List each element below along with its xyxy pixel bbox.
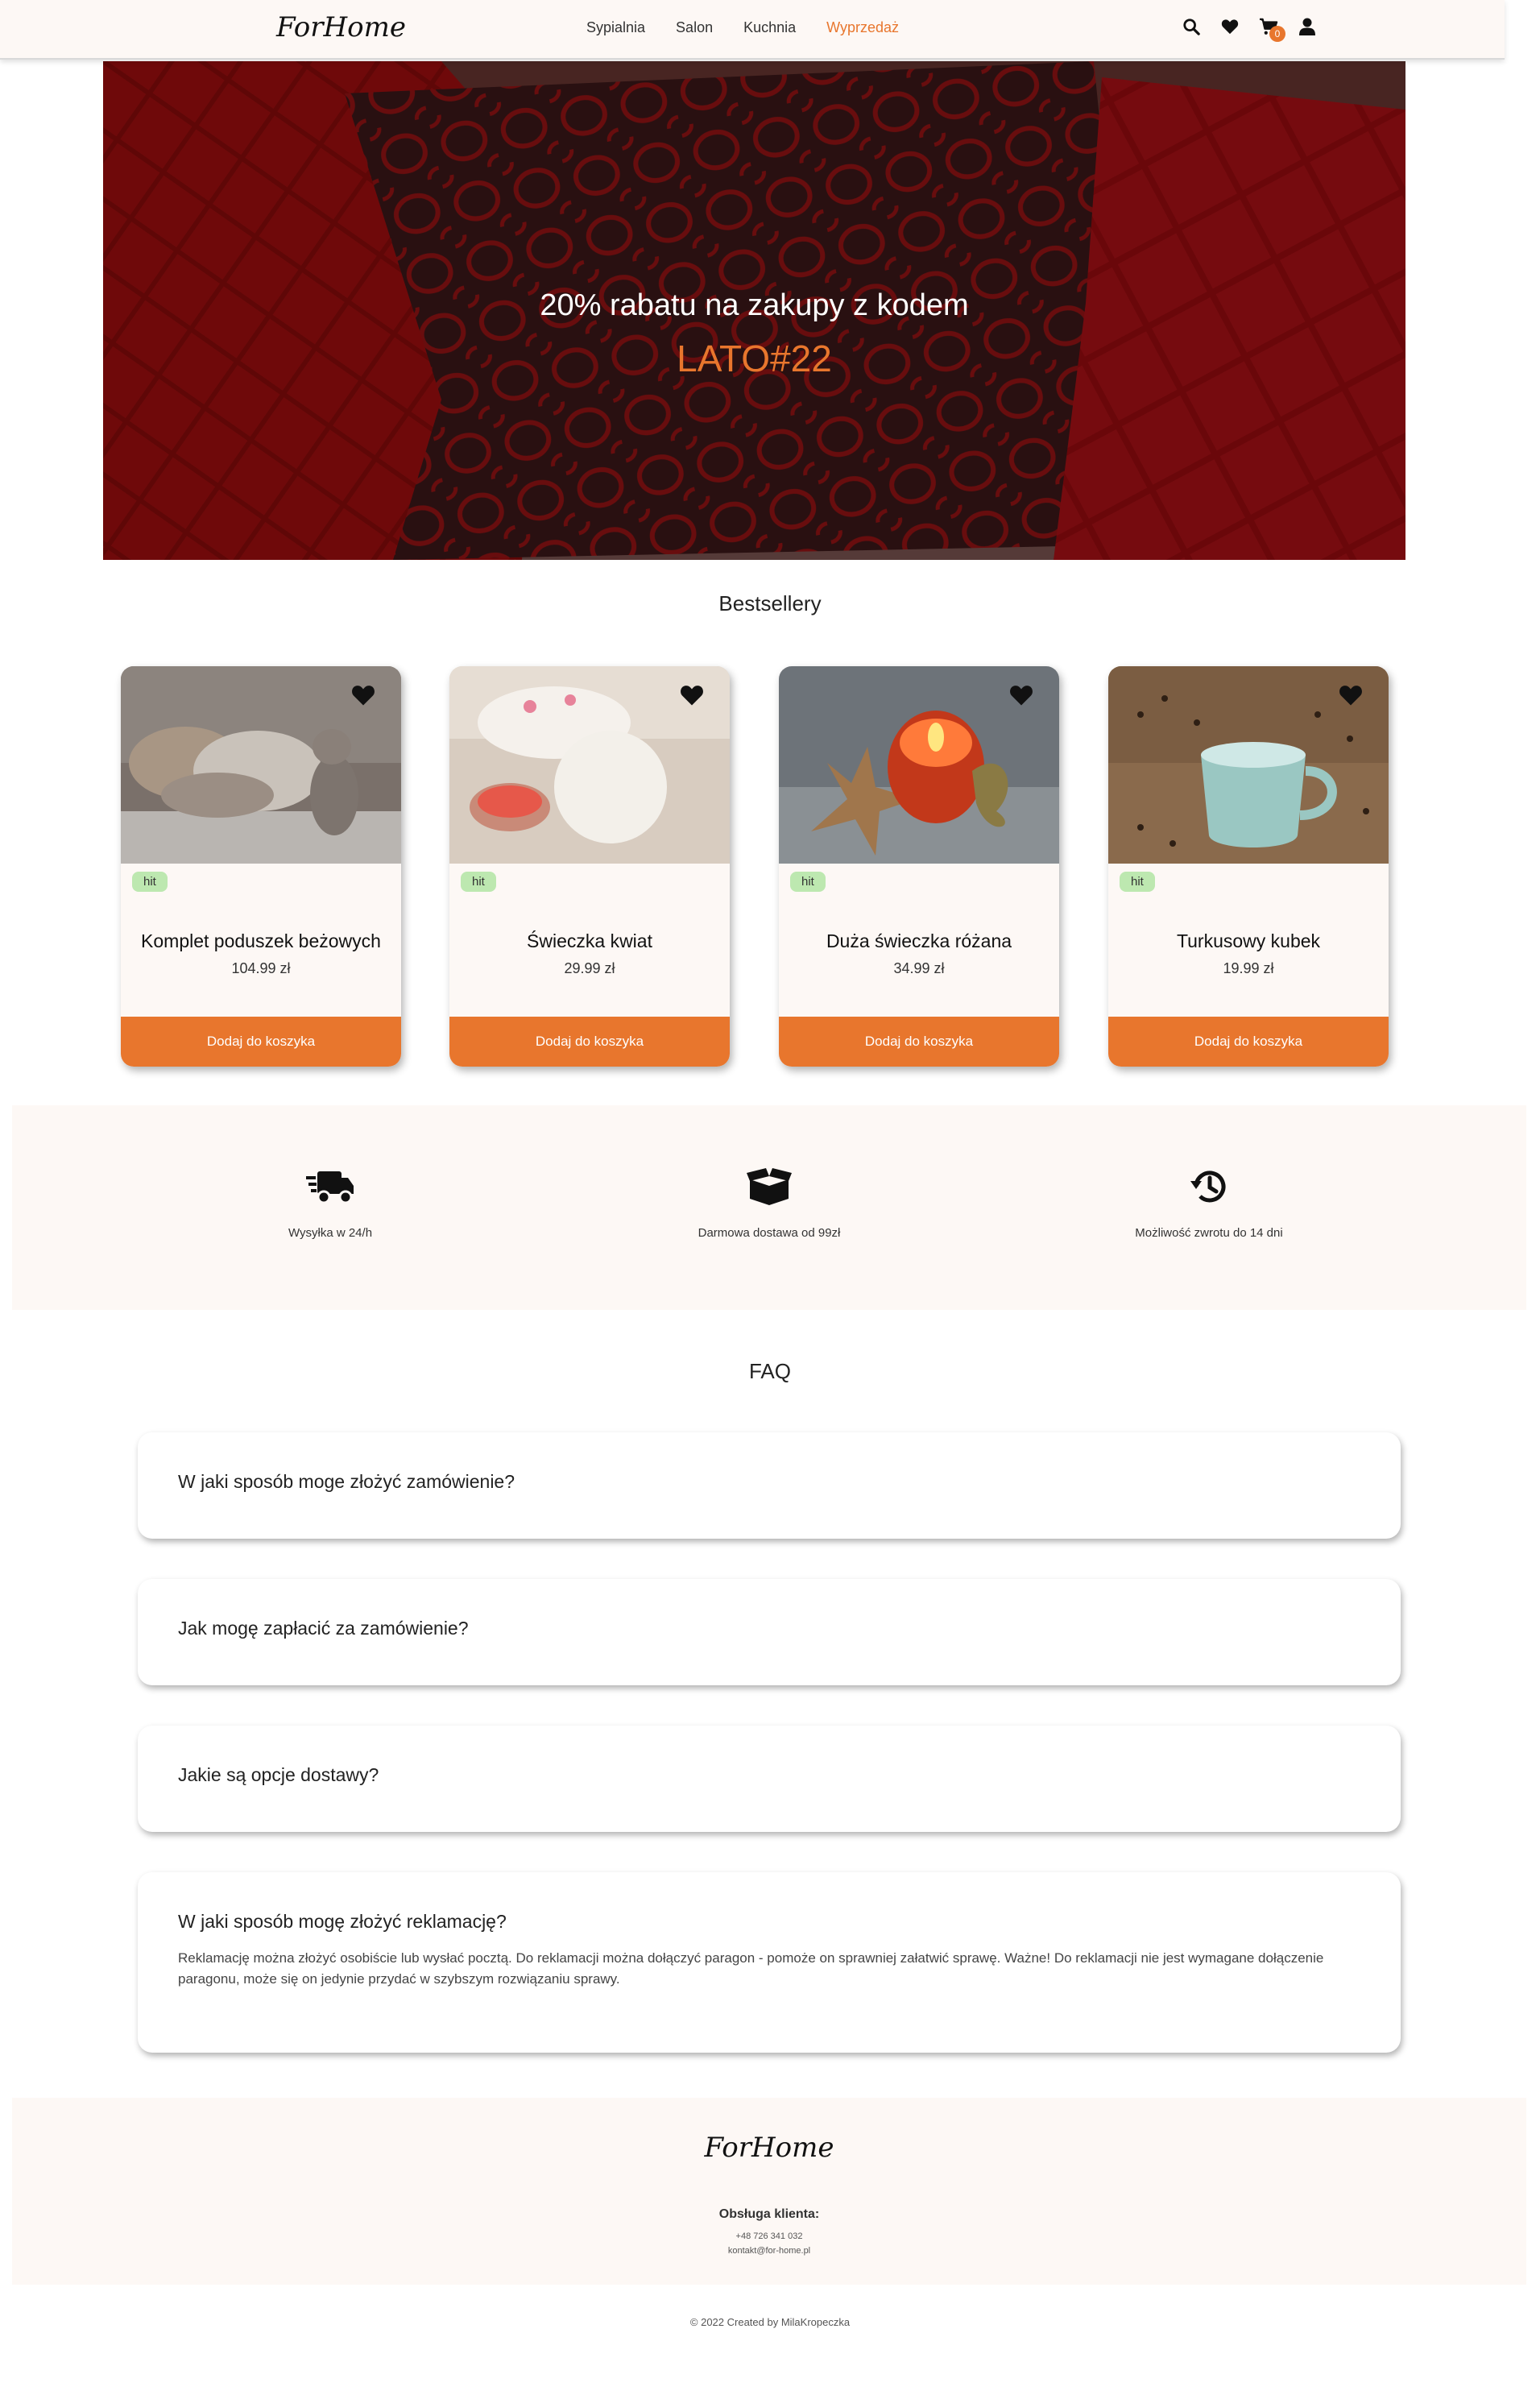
favorite-heart-icon[interactable] — [351, 684, 375, 711]
product-name: Duża świeczka różana — [826, 930, 1012, 951]
box-icon — [616, 1166, 922, 1207]
hit-badge: hit — [461, 872, 496, 892]
header-icons: 0 — [1181, 16, 1318, 42]
feature-shipping: Wysyłka w 24/h — [177, 1166, 483, 1240]
search-icon[interactable] — [1181, 16, 1202, 37]
hit-badge: hit — [132, 872, 168, 892]
support-heading: Obsługa klienta: — [718, 2207, 820, 2221]
site-logo[interactable]: ForHome — [276, 11, 406, 44]
favorite-heart-icon[interactable] — [1339, 684, 1363, 711]
user-icon[interactable] — [1297, 16, 1318, 37]
nav-link-wyprzedaz[interactable]: Wyprzedaż — [826, 19, 899, 36]
faq-question[interactable]: Jak mogę zapłacić za zamówienie? — [178, 1618, 469, 1639]
feature-label: Możliwość zwrotu do 14 dni — [1135, 1226, 1283, 1240]
favorite-heart-icon[interactable] — [1009, 684, 1033, 711]
faq-item-expanded[interactable]: W jaki sposób mogę złożyć reklamację? Re… — [138, 1872, 1401, 2053]
cart-icon[interactable]: 0 — [1258, 16, 1285, 42]
nav-link-salon[interactable]: Salon — [676, 19, 713, 36]
copyright: © 2022 Created by MilaKropeczka — [689, 2316, 851, 2328]
product-price: 29.99 zł — [564, 960, 615, 976]
product-price: 104.99 zł — [231, 960, 291, 976]
product-card[interactable]: hit Duża świeczka różana 34.99 zł Dodaj … — [779, 666, 1059, 1067]
faq-item[interactable]: Jak mogę zapłacić za zamówienie? — [138, 1579, 1401, 1685]
feature-free-delivery: Darmowa dostawa od 99zł — [616, 1166, 922, 1240]
faq-item[interactable]: Jakie są opcje dostawy? — [138, 1726, 1401, 1832]
product-price: 19.99 zł — [1223, 960, 1274, 976]
add-to-cart-button[interactable]: Dodaj do koszyka — [1108, 1017, 1389, 1067]
add-to-cart-button[interactable]: Dodaj do koszyka — [121, 1017, 401, 1067]
product-card[interactable]: hit Turkusowy kubek 19.99 zł Dodaj do ko… — [1108, 666, 1389, 1067]
feature-label: Darmowa dostawa od 99zł — [698, 1226, 841, 1240]
nav-link-sypialnia[interactable]: Sypialnia — [586, 19, 645, 36]
site-footer: ForHome Obsługa klienta: +48 726 341 032… — [12, 2098, 1526, 2285]
truck-icon — [177, 1166, 483, 1207]
feature-returns: Możliwość zwrotu do 14 dni — [1056, 1166, 1362, 1240]
support-email[interactable]: kontakt@for-home.pl — [12, 2246, 1526, 2256]
faq-item[interactable]: W jaki sposób moge złożyć zamówienie? — [138, 1432, 1401, 1539]
favorite-heart-icon[interactable] — [680, 684, 704, 711]
faq-question[interactable]: Jakie są opcje dostawy? — [178, 1764, 379, 1786]
faq-question[interactable]: W jaki sposób mogę złożyć reklamację? — [178, 1911, 507, 1933]
product-name: Świeczka kwiat — [527, 930, 652, 951]
product-price: 34.99 zł — [893, 960, 945, 976]
product-name: Turkusowy kubek — [1176, 930, 1321, 951]
features-strip: Wysyłka w 24/h Darmowa dostawa od 99zł M… — [12, 1105, 1526, 1310]
history-icon — [1056, 1166, 1362, 1207]
footer-logo[interactable]: ForHome — [12, 2132, 1526, 2164]
faq-title: FAQ — [748, 1359, 791, 1383]
heart-icon[interactable] — [1219, 16, 1240, 37]
hero-banner: 20% rabatu na zakupy z kodem LATO#22 — [103, 61, 1405, 560]
promo-code: LATO#22 — [677, 338, 832, 379]
add-to-cart-button[interactable]: Dodaj do koszyka — [449, 1017, 730, 1067]
faq-answer: Reklamację można złożyć osobiście lub wy… — [178, 1950, 1324, 1987]
product-name: Komplet poduszek beżowych — [141, 930, 381, 951]
hero-title: 20% rabatu na zakupy z kodem — [540, 288, 969, 322]
faq-question[interactable]: W jaki sposób moge złożyć zamówienie? — [178, 1471, 515, 1493]
feature-label: Wysyłka w 24/h — [288, 1226, 373, 1240]
site-header: ForHome Sypialnia Salon Kuchnia Wyprzeda… — [0, 0, 1505, 60]
support-phone[interactable]: +48 726 341 032 — [12, 2231, 1526, 2241]
cart-count-badge: 0 — [1269, 26, 1285, 42]
product-card[interactable]: hit Świeczka kwiat 29.99 zł Dodaj do kos… — [449, 666, 730, 1067]
hit-badge: hit — [790, 872, 826, 892]
product-card[interactable]: hit Komplet poduszek beżowych 104.99 zł … — [121, 666, 401, 1067]
add-to-cart-button[interactable]: Dodaj do koszyka — [779, 1017, 1059, 1067]
main-nav: Sypialnia Salon Kuchnia Wyprzedaż — [586, 19, 899, 36]
nav-link-kuchnia[interactable]: Kuchnia — [743, 19, 796, 36]
bestsellers-title: Bestsellery — [718, 591, 822, 615]
hit-badge: hit — [1120, 872, 1155, 892]
